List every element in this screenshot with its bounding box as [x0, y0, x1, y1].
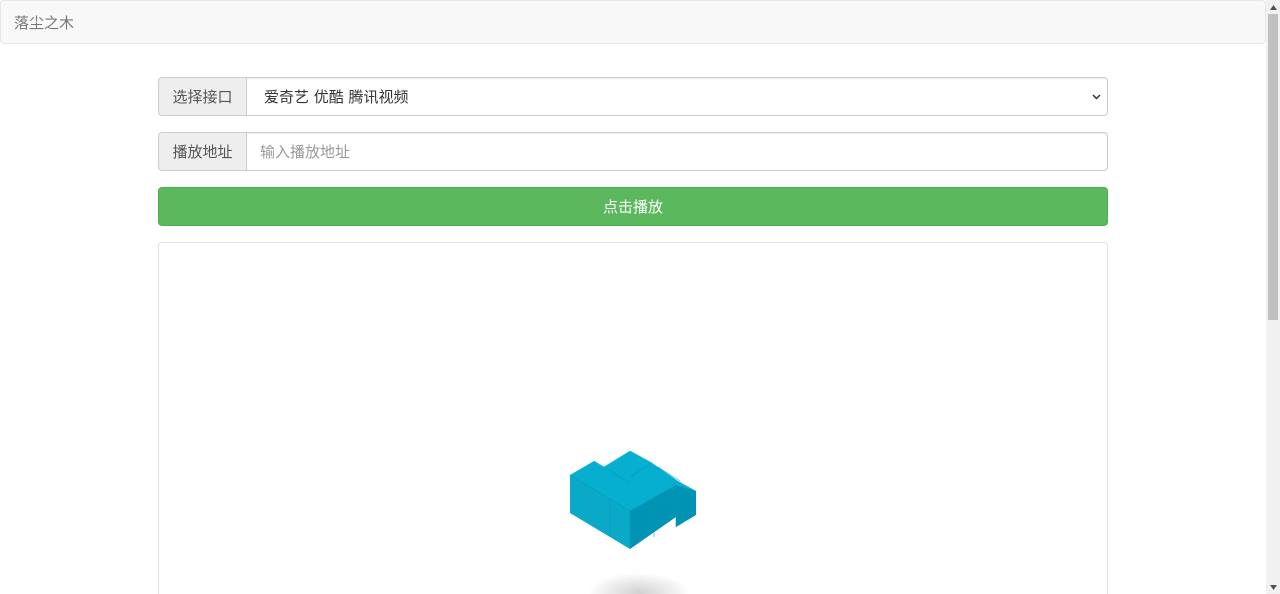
chevron-down-icon	[1092, 90, 1101, 103]
loader-shadow	[589, 573, 689, 594]
address-placeholder: 输入播放地址	[260, 143, 351, 161]
play-button[interactable]: 点击播放	[158, 187, 1108, 226]
interface-selected-value: 爱奇艺 优酷 腾讯视频	[264, 88, 409, 106]
navbar: 落尘之木	[0, 0, 1266, 44]
loading-cubes-icon	[569, 450, 697, 549]
scroll-thumb[interactable]	[1268, 14, 1278, 320]
scroll-down-arrow-icon[interactable]	[1266, 580, 1280, 594]
address-input[interactable]: 输入播放地址	[246, 132, 1108, 171]
brand-link[interactable]: 落尘之木	[14, 13, 74, 33]
address-label: 播放地址	[158, 132, 246, 171]
interface-select[interactable]: 爱奇艺 优酷 腾讯视频	[246, 77, 1108, 116]
scroll-up-arrow-icon[interactable]	[1266, 0, 1280, 14]
interface-input-group: 选择接口 爱奇艺 优酷 腾讯视频	[158, 77, 1108, 116]
address-input-group: 播放地址 输入播放地址	[158, 132, 1108, 171]
scrollbar[interactable]	[1266, 0, 1280, 594]
video-player[interactable]	[158, 242, 1108, 594]
interface-label: 选择接口	[158, 77, 246, 116]
page: 落尘之木 选择接口 爱奇艺 优酷 腾讯视频 播放地址 输入播放地址 点击播放	[0, 0, 1280, 594]
